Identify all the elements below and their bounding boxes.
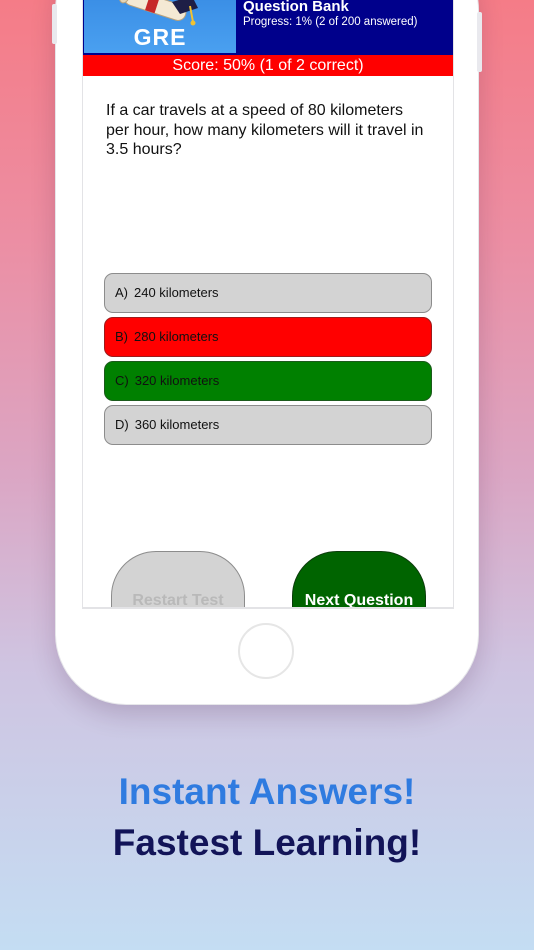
answer-option-c[interactable]: C) 320 kilometers — [104, 361, 432, 401]
answer-letter: A) — [115, 285, 128, 300]
progress-text: Progress: 1% (2 of 200 answered) — [243, 16, 418, 28]
answer-letter: D) — [115, 417, 129, 432]
promo-headline: Instant Answers! — [118, 771, 416, 812]
score-bar: Score: 50% (1 of 2 correct) — [83, 55, 453, 76]
app-header: GRE Question Bank Progress: 1% (2 of 200… — [83, 0, 453, 55]
question-text: If a car travels at a speed of 80 kilome… — [106, 102, 424, 158]
next-question-button[interactable]: Next Question — [292, 551, 426, 607]
logo-text: GRE — [133, 24, 187, 50]
app-screen: GRE Question Bank Progress: 1% (2 of 200… — [82, 0, 454, 609]
answer-option-a[interactable]: A) 240 kilometers — [104, 273, 432, 313]
gre-logo: GRE — [84, 0, 236, 53]
answer-text: 240 kilometers — [134, 285, 219, 300]
answer-list: A) 240 kilometers B) 280 kilometers C) 320 … — [104, 273, 432, 449]
answer-text: 360 kilometers — [134, 417, 220, 432]
app-title: Question Bank — [243, 0, 349, 15]
answer-letter: C) — [115, 373, 129, 388]
promo-subheadline: Fastest Learning! — [112, 822, 422, 863]
answer-option-b[interactable]: B) 280 kilometers — [104, 317, 432, 357]
phone-left-button — [52, 4, 57, 44]
answer-letter: B) — [115, 329, 128, 344]
phone-right-button — [477, 12, 482, 72]
restart-test-button[interactable]: Restart Test — [111, 551, 245, 607]
home-button-icon[interactable] — [238, 623, 294, 679]
answer-option-d[interactable]: D) 360 kilometers — [104, 405, 432, 445]
answer-text: 320 kilometers — [134, 373, 220, 388]
answer-text: 280 kilometers — [134, 329, 219, 344]
